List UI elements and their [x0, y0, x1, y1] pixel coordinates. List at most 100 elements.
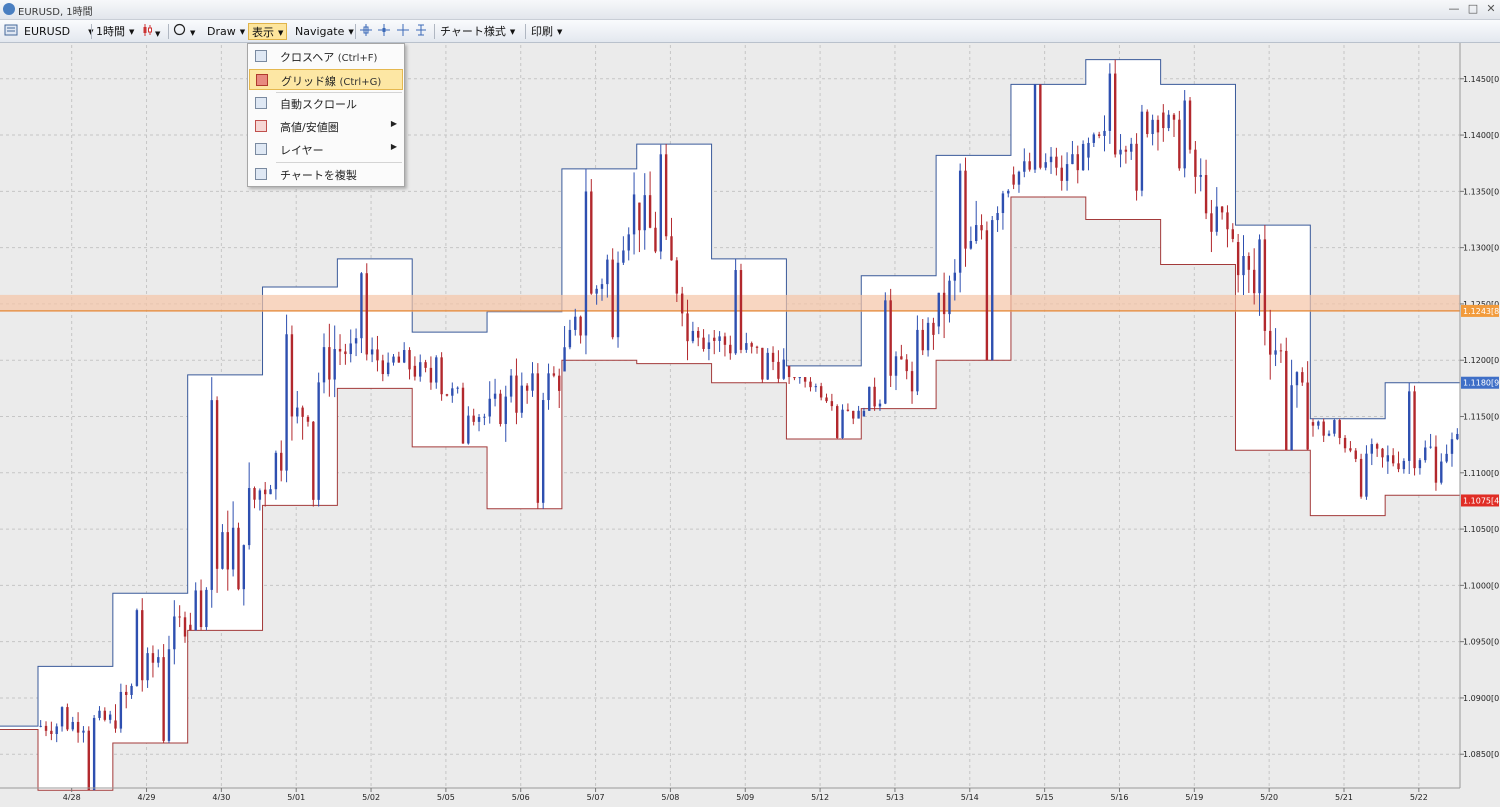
candle-body	[231, 527, 235, 570]
candle-body	[632, 194, 636, 235]
candle-body	[1017, 171, 1021, 185]
candle-body	[1065, 164, 1069, 181]
x-tick-label: 5/05	[437, 793, 455, 800]
symbol-selector[interactable]: EURUSD▼	[24, 23, 94, 40]
candle-body	[996, 213, 999, 221]
chart-style-menu[interactable]: チャート様式 ▼	[440, 23, 515, 40]
candle-body	[868, 386, 871, 411]
menu-item-shortcut: (Ctrl+G)	[339, 77, 382, 88]
menu-item-label: チャートを複製	[280, 169, 357, 182]
candle-body	[1349, 448, 1352, 451]
candle-body	[884, 300, 887, 404]
candle-body	[1365, 453, 1368, 497]
candle-body	[1440, 461, 1443, 483]
candle-body	[50, 730, 53, 735]
candle-body	[1317, 421, 1320, 426]
candle-body	[1359, 458, 1363, 497]
minimize-button[interactable]: —	[1447, 2, 1461, 16]
zoom-out-horizontal-button[interactable]	[377, 23, 391, 40]
timeframe-label: 1時間	[96, 25, 125, 38]
x-tick-label: 5/15	[1036, 793, 1054, 800]
candle-body	[611, 259, 614, 338]
x-tick-label: 5/08	[661, 793, 679, 800]
cursor-button[interactable]	[414, 23, 428, 40]
menu-item-high-low-zone[interactable]: 高値/安値圏 ▶	[249, 116, 403, 137]
candle-body	[969, 240, 973, 249]
candle-body	[1028, 161, 1031, 170]
candle-body	[819, 386, 823, 398]
submenu-arrow-icon: ▶	[390, 142, 397, 151]
toolbar-divider	[168, 24, 169, 39]
candle-body	[328, 347, 331, 380]
chevron-down-icon: ▼	[129, 28, 135, 36]
candle-style-button[interactable]: ▼	[142, 23, 160, 40]
candle-body	[509, 375, 513, 397]
candle-body	[991, 220, 994, 361]
candle-body	[541, 400, 545, 503]
menu-item-crosshair[interactable]: クロスヘア (Ctrl+F)	[249, 46, 403, 67]
candle-body	[221, 532, 224, 569]
candle-body	[1087, 142, 1090, 158]
candle-body	[370, 349, 374, 355]
print-label: 印刷	[531, 25, 553, 38]
menu-item-gridlines[interactable]: グリッド線 (Ctrl+G)	[249, 69, 403, 90]
candle-body	[697, 330, 700, 338]
draw-label: Draw	[207, 25, 236, 38]
y-tick-label: 1.1450[0]	[1463, 75, 1500, 84]
draw-menu[interactable]: Draw ▼	[207, 23, 245, 40]
candle-body	[1434, 446, 1438, 483]
y-tick-label: 1.1100[0]	[1463, 469, 1500, 478]
price-chart[interactable]: 1.0850[0] 1.0900[0] 1.0950[0] 1.1000[0] 1.10…	[0, 43, 1500, 800]
candle-body	[1391, 455, 1395, 464]
candle-body	[237, 527, 240, 590]
candle-body	[894, 356, 898, 376]
candle-body	[1445, 453, 1448, 462]
candle-body	[467, 415, 470, 444]
menu-item-duplicate-chart[interactable]: チャートを複製	[249, 164, 403, 185]
candle-body	[1124, 149, 1128, 152]
menu-item-label: クロスヘア	[280, 51, 335, 64]
candle-body	[1306, 382, 1309, 450]
print-menu[interactable]: 印刷 ▼	[531, 23, 562, 40]
candle-body	[558, 375, 561, 391]
menu-item-autoscroll[interactable]: 自動スクロール	[249, 93, 403, 114]
maximize-button[interactable]: □	[1466, 2, 1480, 16]
window-titlebar: EURUSD, 1時間 — □ ✕	[0, 0, 1500, 20]
candle-body	[1081, 143, 1085, 171]
candle-body	[713, 337, 716, 341]
drawing-shape-button[interactable]: ▼	[173, 23, 195, 40]
candle-body	[386, 362, 390, 375]
view-label: 表示	[252, 26, 274, 39]
candle-body	[584, 191, 588, 336]
candle-body	[766, 352, 769, 380]
zoom-in-horizontal-button[interactable]	[359, 23, 373, 40]
candle-body	[322, 347, 326, 383]
candle-body	[483, 416, 486, 418]
view-menu[interactable]: 表示 ▼	[248, 23, 288, 40]
x-tick-label: 5/12	[811, 793, 829, 800]
candle-body	[424, 362, 427, 368]
symbol-label: EURUSD	[24, 25, 71, 38]
candle-body	[734, 270, 737, 354]
candle-body	[477, 417, 481, 422]
close-button[interactable]: ✕	[1484, 2, 1498, 16]
candle-body	[1301, 372, 1304, 383]
candle-body	[1140, 111, 1144, 191]
navigate-menu[interactable]: Navigate ▼	[295, 23, 354, 40]
submenu-arrow-icon: ▶	[390, 119, 397, 128]
view-dropdown-menu: クロスヘア (Ctrl+F) グリッド線 (Ctrl+G) 自動スクロール 高値…	[247, 43, 405, 187]
candle-body	[948, 280, 951, 315]
x-tick-label: 5/21	[1335, 793, 1353, 800]
crosshair-button[interactable]	[396, 23, 410, 40]
timeframe-selector[interactable]: 1時間 ▼	[96, 23, 134, 40]
candle-body	[44, 725, 48, 731]
menu-item-layers[interactable]: レイヤー ▶	[249, 139, 403, 160]
price-tag-label: 1.1243[8]	[1463, 307, 1500, 316]
candle-body	[622, 250, 625, 263]
candle-body	[71, 721, 74, 730]
candle-body	[1327, 433, 1331, 436]
chart-list-icon[interactable]	[4, 23, 18, 40]
candle-body	[964, 170, 967, 249]
candle-body	[745, 343, 748, 350]
toolbar-divider	[91, 24, 92, 39]
